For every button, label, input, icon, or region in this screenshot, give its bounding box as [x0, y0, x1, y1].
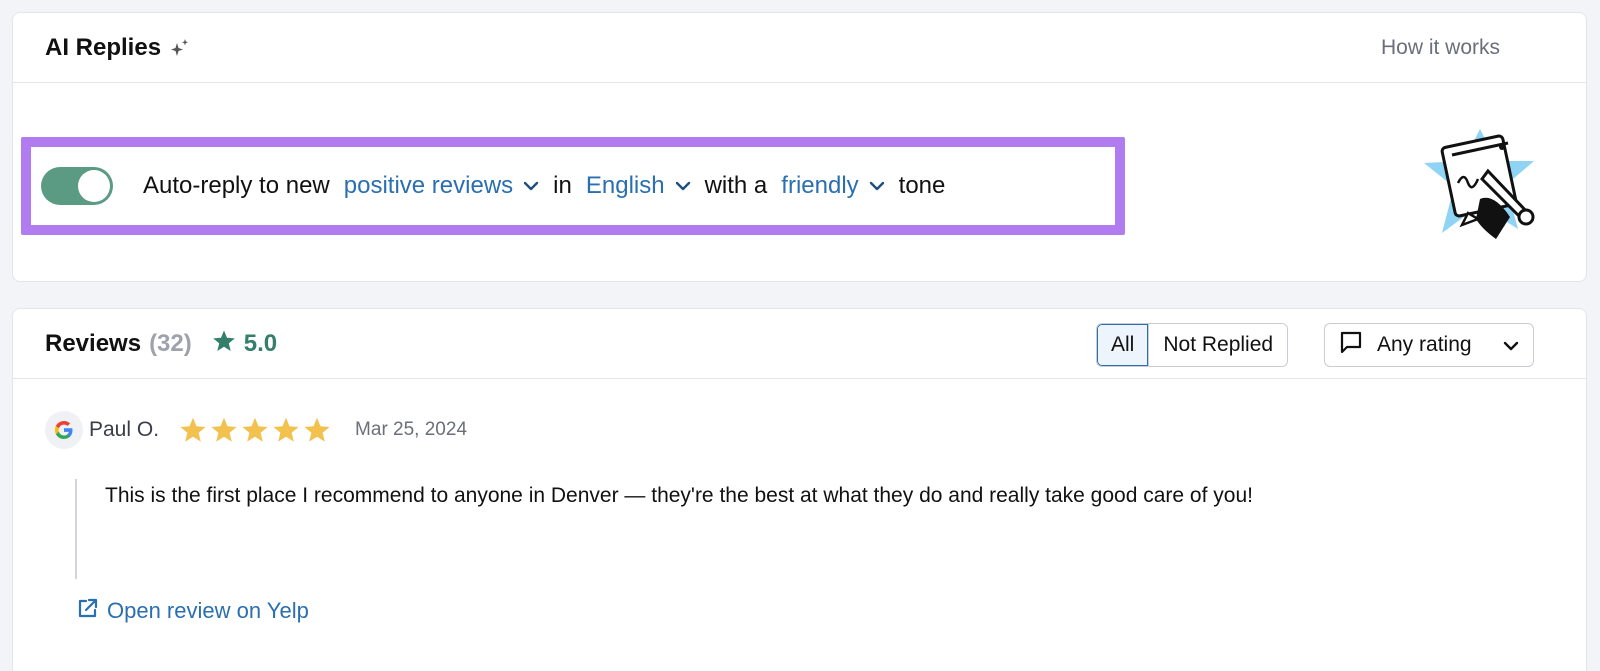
- sentence-suffix: tone: [898, 172, 946, 199]
- star-icon: [242, 417, 268, 442]
- sentence-prefix: Auto-reply to new: [143, 172, 330, 199]
- ai-replies-title: AI Replies: [45, 33, 162, 61]
- overall-rating: 5.0: [212, 329, 277, 358]
- tone-dropdown[interactable]: friendly: [781, 172, 884, 200]
- auto-reply-settings: Auto-reply to new positive reviews in En…: [21, 137, 1125, 235]
- tone-value: friendly: [781, 172, 859, 199]
- chevron-down-icon: [675, 181, 691, 191]
- google-icon: [45, 411, 83, 449]
- how-it-works-link[interactable]: How it works: [1381, 36, 1500, 60]
- writing-illustration-icon: [1418, 121, 1548, 251]
- open-review-label: Open review on Yelp: [107, 598, 309, 623]
- rating-filter-value: Any rating: [1377, 333, 1472, 356]
- ai-replies-card: AI Replies How it works Auto-reply to ne…: [12, 12, 1587, 282]
- reply-filter: All Not Replied: [1096, 323, 1289, 367]
- rating-value: 5.0: [243, 329, 278, 357]
- star-icon: [273, 417, 299, 442]
- external-link-icon: [77, 597, 99, 625]
- reviews-title: Reviews: [45, 329, 142, 357]
- reviews-card: Reviews (32) 5.0 All Not Replied Any rat…: [12, 308, 1587, 671]
- auto-reply-sentence: Auto-reply to new positive reviews in En…: [143, 172, 945, 200]
- review-text-block: This is the first place I recommend to a…: [75, 479, 1255, 579]
- review-type-value: positive reviews: [343, 172, 514, 199]
- reviews-count: (32): [149, 329, 192, 357]
- sparkle-icon: [169, 37, 191, 59]
- star-icon: [211, 417, 237, 442]
- review-header: Paul O. Mar 25, 2024: [45, 409, 1345, 451]
- open-review-link[interactable]: Open review on Yelp: [77, 597, 309, 625]
- ai-replies-header: AI Replies How it works: [13, 13, 1586, 83]
- review-type-dropdown[interactable]: positive reviews: [344, 172, 539, 200]
- review-item: Paul O. Mar 25, 2024 This is the first p…: [45, 409, 1345, 625]
- review-date: Mar 25, 2024: [355, 419, 468, 440]
- language-value: English: [585, 172, 665, 199]
- chevron-down-icon: [523, 181, 539, 191]
- sentence-in: in: [553, 172, 572, 199]
- star-icon: [304, 417, 330, 442]
- sentence-with: with a: [704, 172, 768, 199]
- filter-not-replied-button[interactable]: Not Replied: [1148, 324, 1288, 366]
- language-dropdown[interactable]: English: [586, 172, 691, 200]
- reviews-header: Reviews (32) 5.0 All Not Replied Any rat…: [13, 309, 1586, 379]
- comment-icon: [1339, 330, 1363, 360]
- toggle-knob: [78, 170, 110, 202]
- review-stars: [179, 416, 331, 444]
- review-text: This is the first place I recommend to a…: [105, 484, 1253, 507]
- star-icon: [180, 417, 206, 442]
- rating-filter-select[interactable]: Any rating: [1324, 323, 1534, 367]
- chevron-down-icon: [1503, 333, 1519, 357]
- chevron-down-icon: [869, 181, 885, 191]
- auto-reply-toggle[interactable]: [41, 167, 113, 205]
- filter-all-button[interactable]: All: [1097, 324, 1149, 366]
- star-icon: [212, 329, 236, 358]
- review-author: Paul O.: [89, 418, 160, 441]
